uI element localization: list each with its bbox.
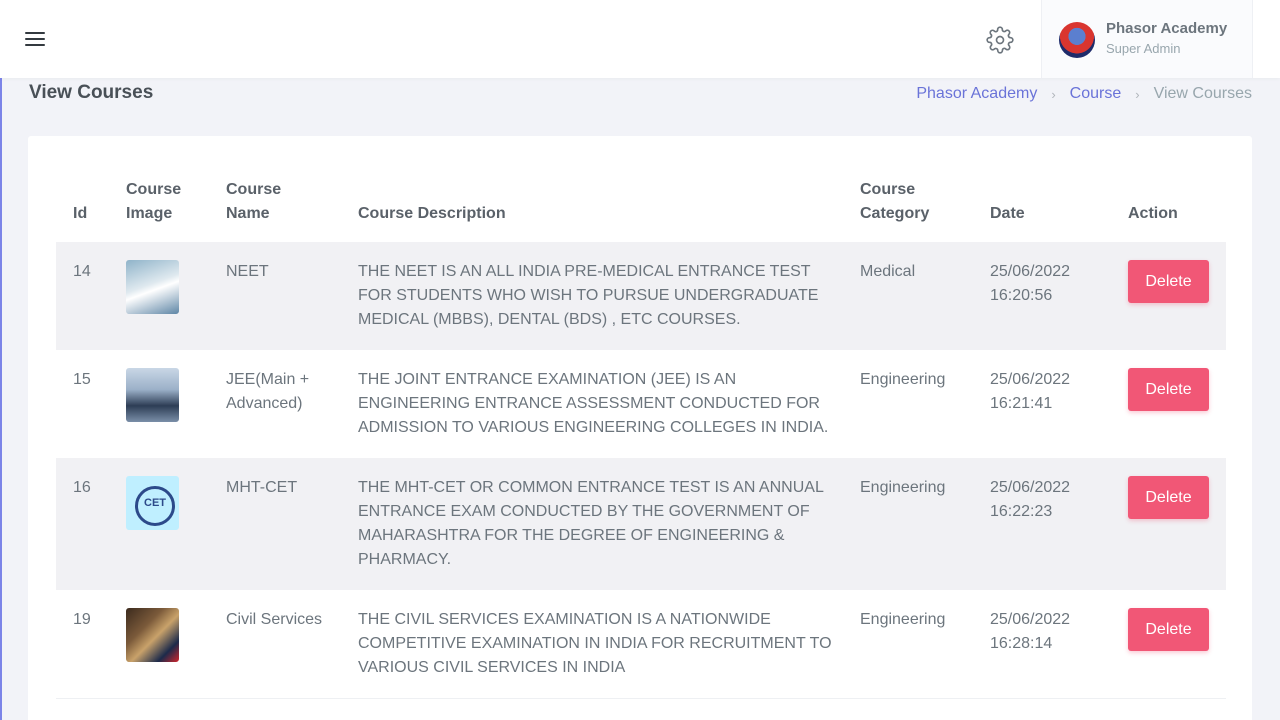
- breadcrumb-home-link[interactable]: Phasor Academy: [916, 85, 1037, 103]
- table-row: 19 Civil Services THE CIVIL SERVICES EXA…: [56, 590, 1226, 699]
- table-row: 15 JEE(Main + Advanced) THE JOINT ENTRAN…: [56, 350, 1226, 458]
- course-thumbnail-image: [126, 608, 179, 662]
- avatar: [1059, 22, 1095, 58]
- header-course-description: Course Description: [358, 205, 506, 222]
- cell-name: JEE(Main + Advanced): [226, 371, 310, 412]
- cell-image: [126, 458, 226, 590]
- breadcrumb-current: View Courses: [1153, 85, 1252, 102]
- table-header-row: Id Course Image Course Name Course Descr…: [56, 164, 1226, 242]
- cell-date: 25/06/2022 16:20:56: [990, 242, 1128, 350]
- courses-table: Id Course Image Course Name Course Descr…: [56, 164, 1226, 699]
- cell-description: THE NEET IS AN ALL INDIA PRE-MEDICAL ENT…: [358, 242, 860, 350]
- delete-button[interactable]: Delete: [1128, 368, 1209, 411]
- cell-id: 19: [56, 590, 126, 699]
- cell-date: 25/06/2022 16:21:41: [990, 371, 1071, 412]
- cell-category: Engineering: [860, 458, 990, 590]
- cell-action: Delete: [1128, 242, 1226, 350]
- cell-date: 25/06/2022 16:28:14: [990, 590, 1128, 699]
- cell-name: MHT-CET: [226, 458, 358, 590]
- delete-button[interactable]: Delete: [1128, 608, 1209, 651]
- gear-icon[interactable]: [986, 26, 1014, 54]
- breadcrumb-course-link[interactable]: Course: [1070, 85, 1122, 103]
- header-id: Id: [73, 205, 88, 222]
- hamburger-menu-icon[interactable]: [25, 32, 45, 48]
- header-action: Action: [1128, 205, 1178, 222]
- header-date: Date: [990, 205, 1025, 222]
- cell-description: THE CIVIL SERVICES EXAMINATION IS A NATI…: [358, 590, 860, 699]
- course-thumbnail-image: [126, 476, 179, 530]
- cell-action: Delete: [1128, 350, 1226, 458]
- header-course-image: Course Image: [126, 181, 182, 222]
- course-thumbnail-image: [126, 260, 179, 314]
- chevron-right-icon: ›: [1051, 86, 1056, 102]
- delete-button[interactable]: Delete: [1128, 476, 1209, 519]
- header-course-name: Course Name: [226, 181, 282, 222]
- profile-name: Phasor Academy: [1106, 20, 1228, 37]
- courses-card: Id Course Image Course Name Course Descr…: [28, 136, 1252, 720]
- sidebar-edge: [0, 0, 2, 720]
- cell-image: [126, 242, 226, 350]
- cell-image: [126, 590, 226, 699]
- cell-action: Delete: [1128, 590, 1226, 699]
- table-row: 14 NEET THE NEET IS AN ALL INDIA PRE-MED…: [56, 242, 1226, 350]
- cell-category: Engineering: [860, 371, 946, 388]
- course-thumbnail-image: [126, 368, 179, 422]
- cell-name: NEET: [226, 242, 358, 350]
- cell-id: 16: [56, 458, 126, 590]
- delete-button[interactable]: Delete: [1128, 260, 1209, 303]
- chevron-right-icon: ›: [1135, 86, 1140, 102]
- breadcrumb: Phasor Academy › Course › View Courses: [916, 85, 1252, 103]
- top-navbar: Phasor Academy Super Admin: [0, 0, 1280, 78]
- page-title: View Courses: [29, 82, 154, 103]
- profile-menu[interactable]: Phasor Academy Super Admin: [1041, 0, 1253, 78]
- cell-image: [126, 350, 226, 458]
- cell-name: Civil Services: [226, 590, 358, 699]
- cell-category: Medical: [860, 242, 990, 350]
- cell-description: THE JOINT ENTRANCE EXAMINATION (JEE) IS …: [358, 371, 829, 436]
- cell-description: THE MHT-CET OR COMMON ENTRANCE TEST IS A…: [358, 458, 860, 590]
- cell-id: 14: [56, 242, 126, 350]
- profile-role: Super Admin: [1106, 41, 1181, 56]
- cell-date: 25/06/2022 16:22:23: [990, 458, 1128, 590]
- table-row: 16 MHT-CET THE MHT-CET OR COMMON ENTRANC…: [56, 458, 1226, 590]
- cell-id: 15: [73, 371, 91, 388]
- cell-category: Engineering: [860, 590, 990, 699]
- header-course-category: Course Category: [860, 181, 930, 222]
- cell-action: Delete: [1128, 458, 1226, 590]
